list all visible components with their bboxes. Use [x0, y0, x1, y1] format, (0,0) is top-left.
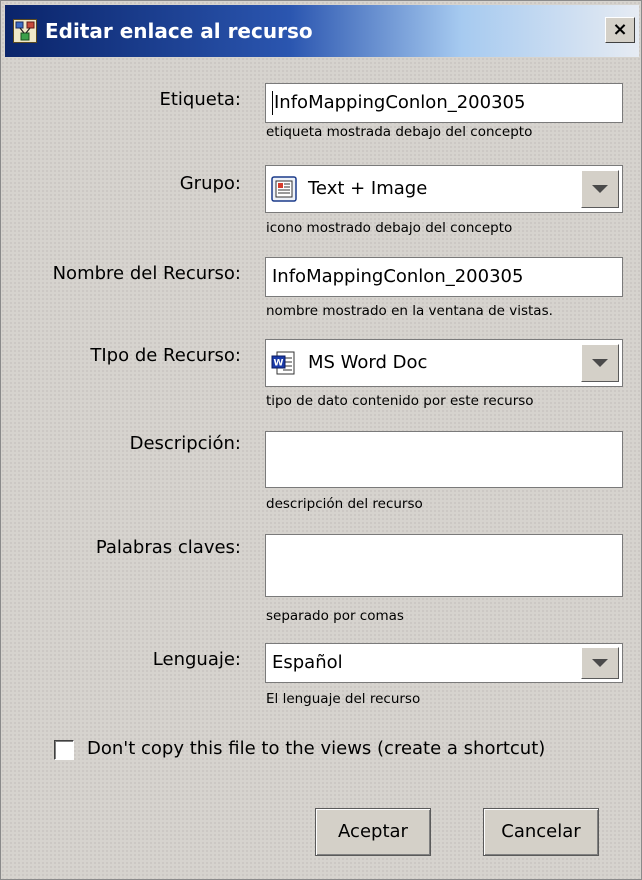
nombre-label: Nombre del Recurso: [52, 263, 241, 284]
svg-text:W: W [274, 359, 284, 369]
etiqueta-value: InfoMappingConlon_200305 [272, 91, 526, 115]
nombre-input[interactable]: InfoMappingConlon_200305 [265, 257, 623, 297]
grupo-select[interactable]: Text + Image [265, 165, 623, 213]
chevron-down-icon [592, 359, 608, 367]
close-button[interactable]: × [605, 17, 635, 43]
chevron-down-icon [592, 185, 608, 193]
edit-resource-link-dialog: Editar enlace al recurso × Etiqueta: Inf… [0, 0, 642, 880]
lenguaje-hint: El lenguaje del recurso [266, 691, 421, 707]
cancel-button[interactable]: Cancelar [483, 808, 599, 856]
lenguaje-label: Lenguaje: [152, 649, 241, 670]
tipo-dropdown-button[interactable] [581, 344, 619, 382]
shortcut-checkbox-label[interactable]: Don't copy this file to the views (creat… [87, 737, 545, 761]
dialog-title: Editar enlace al recurso [45, 19, 313, 43]
tipo-select[interactable]: W MS Word Doc [265, 339, 623, 387]
palabras-textarea[interactable] [265, 534, 623, 597]
accept-button[interactable]: Aceptar [315, 808, 431, 856]
lenguaje-selected-value: Español [272, 652, 343, 673]
lenguaje-dropdown-button[interactable] [581, 647, 619, 679]
lenguaje-select[interactable]: Español [265, 643, 623, 683]
title-bar[interactable]: Editar enlace al recurso × [5, 5, 639, 57]
grupo-hint: icono mostrado debajo del concepto [266, 220, 513, 236]
grupo-label: Grupo: [179, 173, 241, 194]
concept-map-app-icon [13, 19, 37, 43]
text-image-icon [271, 176, 297, 202]
descripcion-textarea[interactable] [265, 431, 623, 488]
grupo-selected-value: Text + Image [308, 178, 428, 199]
etiqueta-label: Etiqueta: [159, 89, 242, 110]
palabras-hint: separado por comas [266, 608, 404, 624]
palabras-label: Palabras claves: [95, 537, 241, 558]
nombre-value: InfoMappingConlon_200305 [272, 266, 524, 287]
etiqueta-input[interactable]: InfoMappingConlon_200305 [265, 83, 623, 123]
shortcut-checkbox[interactable] [54, 740, 74, 760]
ms-word-doc-icon: W [271, 350, 297, 376]
etiqueta-hint: etiqueta mostrada debajo del concepto [266, 124, 533, 140]
tipo-hint: tipo de dato contenido por este recurso [266, 393, 534, 409]
chevron-down-icon [592, 659, 608, 667]
descripcion-label: Descripción: [129, 433, 241, 454]
tipo-label: TIpo de Recurso: [90, 345, 241, 366]
descripcion-hint: descripción del recurso [266, 496, 423, 512]
grupo-dropdown-button[interactable] [581, 170, 619, 208]
nombre-hint: nombre mostrado en la ventana de vistas. [266, 303, 553, 319]
tipo-selected-value: MS Word Doc [308, 352, 428, 373]
